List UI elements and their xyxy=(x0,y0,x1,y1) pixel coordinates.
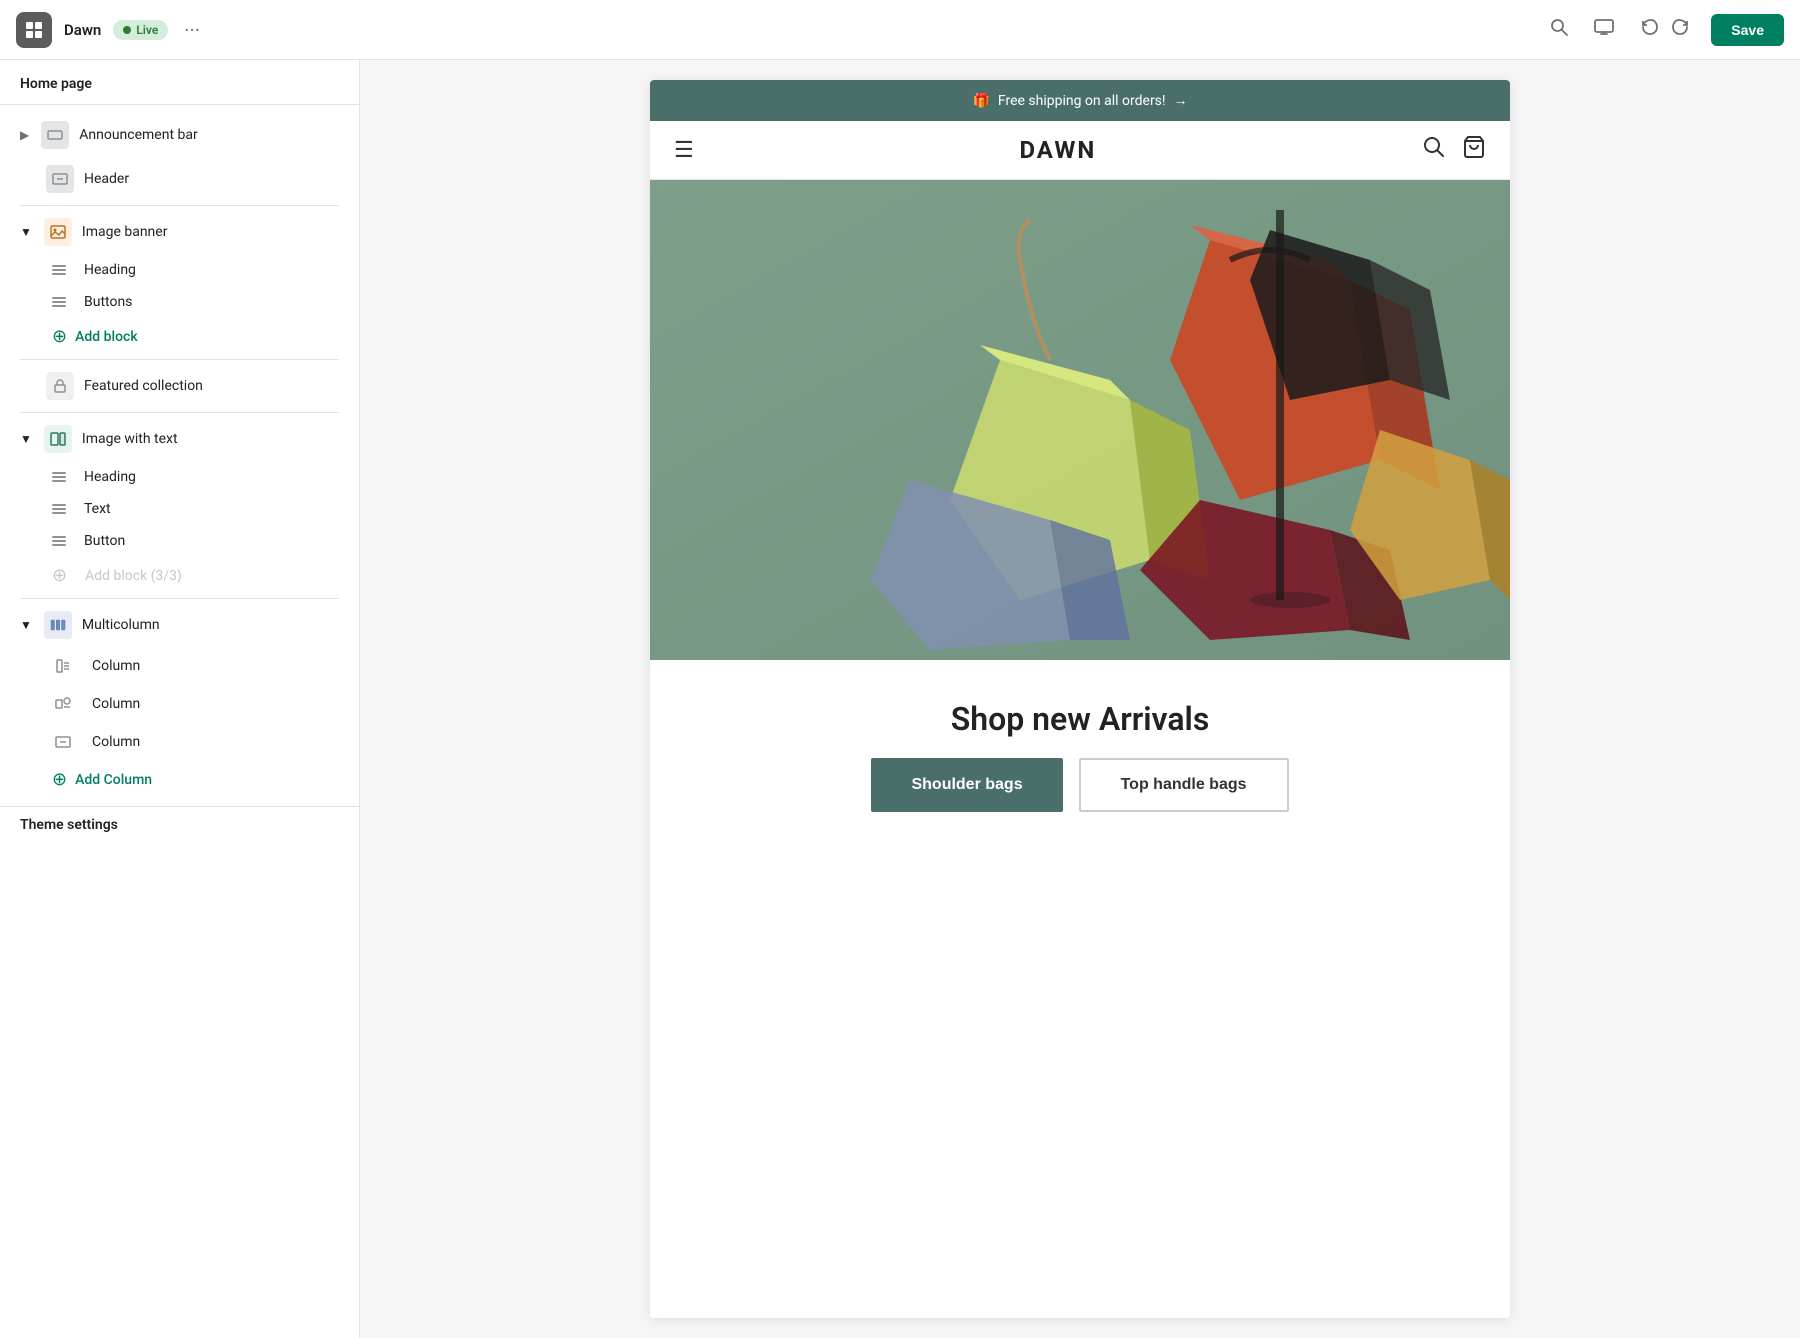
iwt-button-label: Button xyxy=(84,533,339,549)
chevron-right-icon: ▶ xyxy=(20,128,29,142)
add-block-disabled-label: Add block (3/3) xyxy=(85,568,182,584)
live-label: Live xyxy=(136,23,158,37)
announcement-emoji: 🎁 xyxy=(972,93,989,109)
add-column-label: Add Column xyxy=(75,772,152,788)
announcement-bar-label: Announcement bar xyxy=(79,127,339,143)
sidebar-item-column-3[interactable]: Column xyxy=(0,723,359,761)
top-handle-bags-button[interactable]: Top handle bags xyxy=(1079,758,1289,812)
store-cta-buttons: Shoulder bags Top handle bags xyxy=(650,758,1510,852)
announcement-arrow: → xyxy=(1174,92,1188,109)
chevron-down-icon-2: ▼ xyxy=(20,432,32,446)
sidebar-item-multicolumn[interactable]: ▼ Multicolumn xyxy=(0,603,359,647)
app-logo xyxy=(16,12,52,48)
store-header-icons xyxy=(1422,135,1486,165)
image-banner-icon xyxy=(44,218,72,246)
sidebar-item-column-1[interactable]: Column xyxy=(0,647,359,685)
sidebar-item-announcement-bar[interactable]: ▶ Announcement bar xyxy=(0,113,359,157)
featured-collection-label: Featured collection xyxy=(84,378,339,394)
iwt-heading-label: Heading xyxy=(84,469,339,485)
sidebar: Home page ▶ Announcement bar Header ▼ xyxy=(0,60,360,1338)
more-button[interactable]: ··· xyxy=(184,18,200,42)
desktop-preview-button[interactable] xyxy=(1589,12,1619,48)
preview-area: 🎁 Free shipping on all orders! → ☰ DAWN xyxy=(360,60,1800,1338)
add-block-disabled: ⊕ Add block (3/3) xyxy=(0,557,359,594)
add-block-button[interactable]: ⊕ Add block xyxy=(0,318,359,355)
divider-3 xyxy=(20,412,339,413)
featured-collection-icon xyxy=(46,372,74,400)
undo-redo-group xyxy=(1635,13,1695,47)
sidebar-item-featured-collection[interactable]: Featured collection xyxy=(0,364,359,408)
page-title: Home page xyxy=(0,76,359,105)
section-title: Shop new Arrivals xyxy=(650,660,1510,758)
search-icon[interactable] xyxy=(1422,135,1446,165)
heading-lines-icon xyxy=(52,265,66,275)
buttons-label: Buttons xyxy=(84,294,339,310)
multicolumn-label: Multicolumn xyxy=(82,617,339,633)
sidebar-item-image-banner[interactable]: ▼ Image banner xyxy=(0,210,359,254)
buttons-lines-icon xyxy=(52,297,66,307)
add-block-icon: ⊕ xyxy=(52,326,67,347)
column-3-label: Column xyxy=(92,734,339,750)
iwt-heading-icon xyxy=(52,472,66,482)
store-name-label: Dawn xyxy=(64,21,101,39)
add-column-button[interactable]: ⊕ Add Column xyxy=(0,761,359,798)
topbar: Dawn Live ··· Save xyxy=(0,0,1800,60)
divider-4 xyxy=(20,598,339,599)
announcement-bar-preview: 🎁 Free shipping on all orders! → xyxy=(650,80,1510,121)
sidebar-item-heading[interactable]: Heading xyxy=(0,254,359,286)
undo-button[interactable] xyxy=(1635,13,1663,47)
add-block-disabled-icon: ⊕ xyxy=(52,565,67,586)
theme-settings-label: Theme settings xyxy=(20,817,118,833)
sidebar-item-image-with-text[interactable]: ▼ Image with text xyxy=(0,417,359,461)
theme-settings[interactable]: Theme settings xyxy=(0,806,359,843)
column-2-label: Column xyxy=(92,696,339,712)
store-name-preview: DAWN xyxy=(1019,136,1096,164)
column-2-icon xyxy=(52,693,74,715)
header-label: Header xyxy=(84,171,339,187)
sidebar-item-column-2[interactable]: Column xyxy=(0,685,359,723)
column-1-icon xyxy=(52,655,74,677)
sidebar-item-header[interactable]: Header xyxy=(0,157,359,201)
topbar-icons: Save xyxy=(1545,12,1784,48)
column-3-icon xyxy=(52,731,74,753)
image-with-text-label: Image with text xyxy=(82,431,339,447)
search-button[interactable] xyxy=(1545,13,1573,47)
live-dot xyxy=(123,26,131,34)
iwt-text-label: Text xyxy=(84,501,339,517)
image-banner-label: Image banner xyxy=(82,224,339,240)
announcement-text: Free shipping on all orders! xyxy=(998,93,1166,109)
cart-icon[interactable] xyxy=(1462,135,1486,165)
iwt-button-icon xyxy=(52,536,66,546)
sidebar-item-iwt-button[interactable]: Button xyxy=(0,525,359,557)
main-layout: Home page ▶ Announcement bar Header ▼ xyxy=(0,60,1800,1338)
iwt-text-icon xyxy=(52,504,66,514)
image-with-text-icon xyxy=(44,425,72,453)
hamburger-icon[interactable]: ☰ xyxy=(674,138,694,163)
header-icon xyxy=(46,165,74,193)
hero-banner xyxy=(650,180,1510,660)
add-block-label: Add block xyxy=(75,329,138,345)
column-1-label: Column xyxy=(92,658,339,674)
sidebar-item-iwt-heading[interactable]: Heading xyxy=(0,461,359,493)
divider-1 xyxy=(20,205,339,206)
divider-2 xyxy=(20,359,339,360)
save-button[interactable]: Save xyxy=(1711,14,1784,46)
sidebar-item-iwt-text[interactable]: Text xyxy=(0,493,359,525)
announcement-bar-icon xyxy=(41,121,69,149)
chevron-down-icon-3: ▼ xyxy=(20,618,32,632)
shoulder-bags-button[interactable]: Shoulder bags xyxy=(871,758,1062,812)
sidebar-item-buttons[interactable]: Buttons xyxy=(0,286,359,318)
chevron-down-icon: ▼ xyxy=(20,225,32,239)
live-badge: Live xyxy=(113,20,168,40)
preview-frame: 🎁 Free shipping on all orders! → ☰ DAWN xyxy=(650,80,1510,1318)
add-column-icon: ⊕ xyxy=(52,769,67,790)
multicolumn-icon xyxy=(44,611,72,639)
store-header-preview: ☰ DAWN xyxy=(650,121,1510,180)
heading-label: Heading xyxy=(84,262,339,278)
redo-button[interactable] xyxy=(1667,13,1695,47)
